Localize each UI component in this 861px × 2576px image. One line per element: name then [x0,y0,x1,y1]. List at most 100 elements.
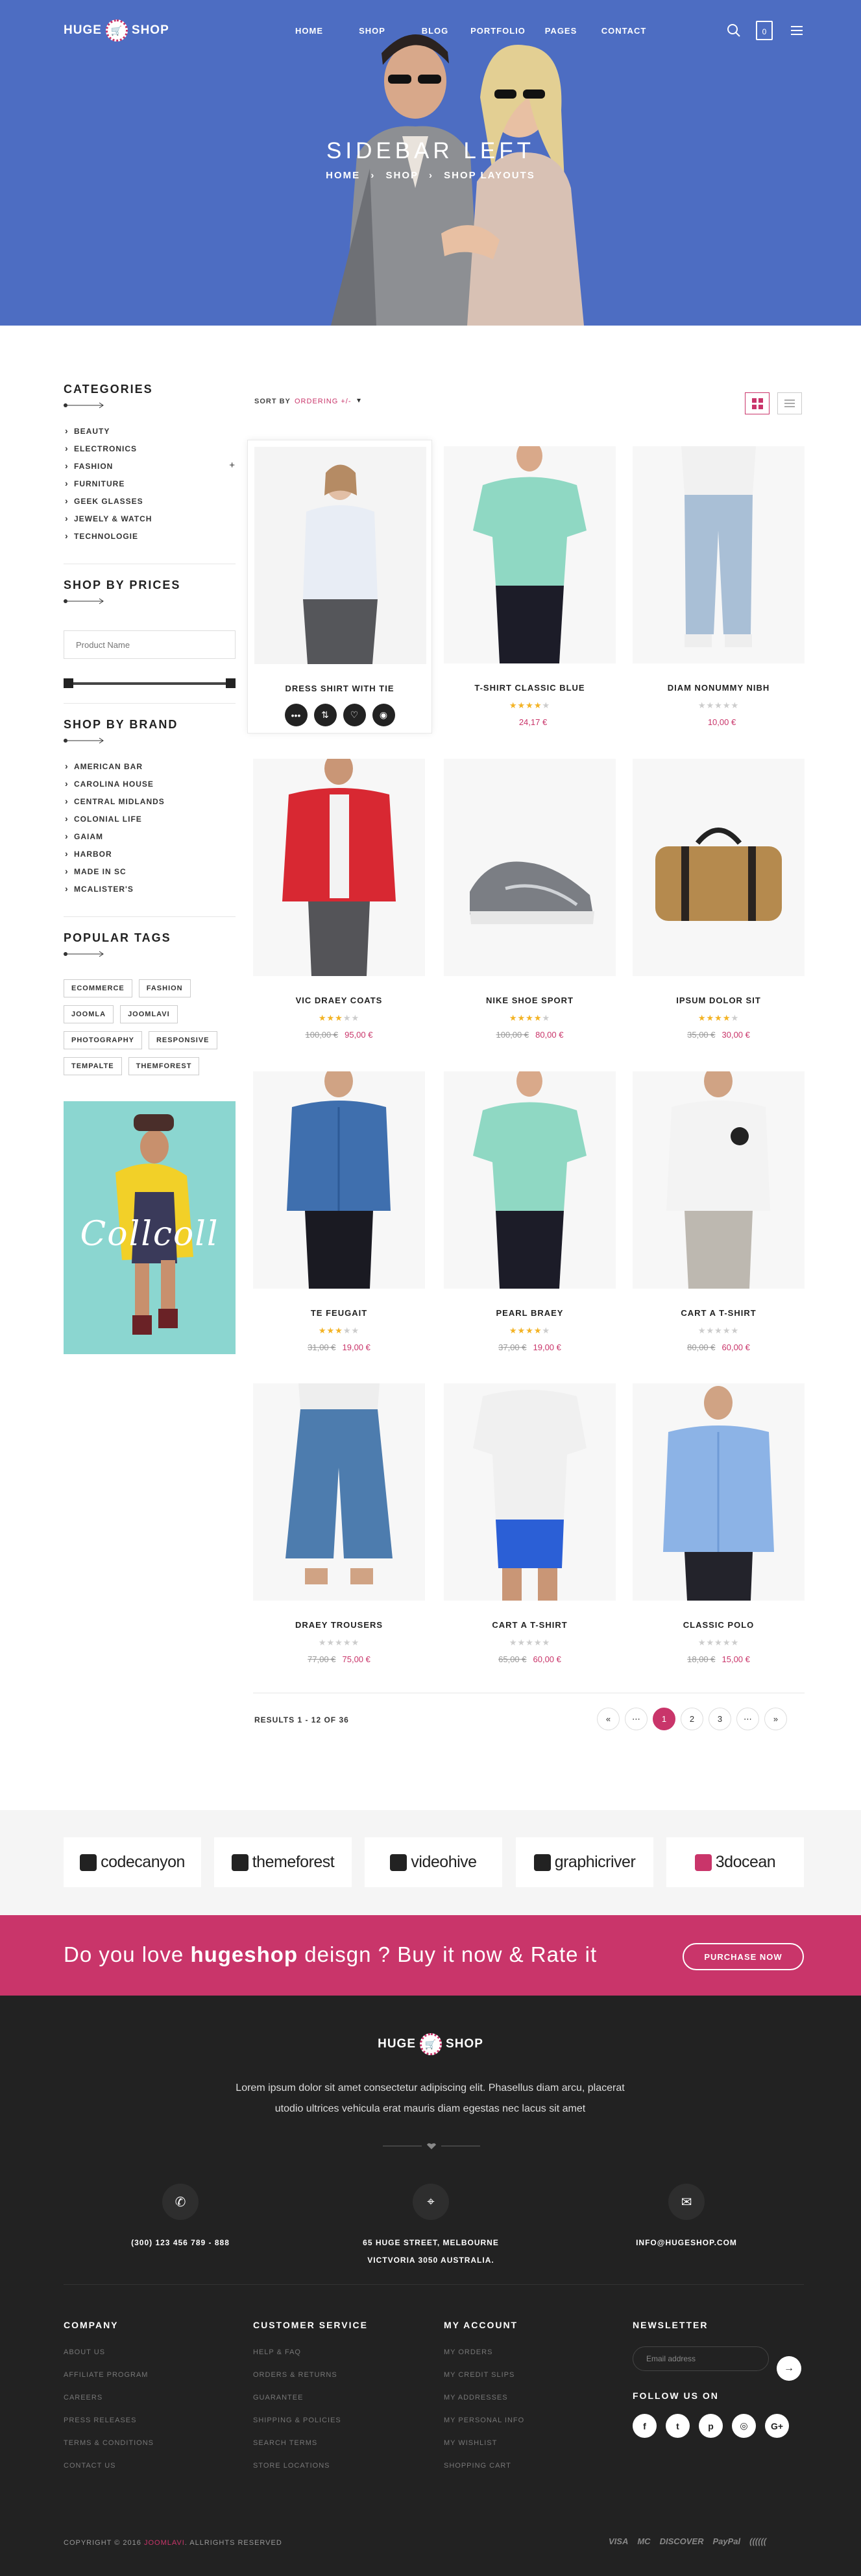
product-image[interactable] [253,1071,425,1289]
copyright-link[interactable]: JOOMLAVI [144,2539,185,2547]
product-card[interactable]: DIAM NONUMMY NIBH ★★★★★ 10,00 € [633,446,805,727]
nav-blog[interactable]: BLOG [404,26,467,36]
category-item[interactable]: GEEK GLASSES [64,495,236,514]
price-range-slider[interactable] [64,678,236,689]
category-item[interactable]: JEWELY & WATCH [64,513,236,532]
product-card[interactable]: DRESS SHIRT WITH TIE ••• ⇅ ♡ ◉ [247,440,432,733]
nav-pages[interactable]: PAGES [529,26,592,36]
more-icon[interactable]: ••• [284,704,308,726]
pinterest-icon[interactable]: p [699,2414,723,2438]
brand-logo-videohive[interactable]: videohive [365,1837,502,1887]
breadcrumb-home[interactable]: HOME [326,170,360,181]
newsletter-submit-arrow-icon[interactable]: → [777,2356,801,2381]
eye-icon[interactable]: ◉ [372,704,395,726]
product-name[interactable]: DRESS SHIRT WITH TIE [254,684,425,693]
product-image[interactable] [444,1383,616,1601]
brand-item[interactable]: GAIAM [64,831,236,850]
tag-item[interactable]: THEMFOREST [128,1057,200,1075]
category-item[interactable]: FURNITURE [64,478,236,497]
tag-item[interactable]: FASHION [138,979,191,997]
product-image[interactable] [633,446,805,663]
product-card[interactable]: CART A T-SHIRT ★★★★★ 65,00 €60,00 € [444,1383,616,1664]
brand-item[interactable]: AMERICAN BAR [64,761,236,780]
slider-max-handle[interactable] [226,678,236,688]
footer-link[interactable]: MY PERSONAL INFO [444,2416,524,2439]
pager-page-3[interactable]: 3 [709,1708,731,1730]
cart-button[interactable]: 0 [756,21,773,40]
footer-link[interactable]: CONTACT US [64,2462,154,2485]
product-image[interactable] [444,1071,616,1289]
instagram-icon[interactable]: ◎ [732,2414,756,2438]
footer-link[interactable]: SHIPPING & POLICIES [253,2416,368,2439]
product-name[interactable]: CART A T-SHIRT [633,1308,805,1318]
list-view-button[interactable] [777,392,802,414]
footer-link[interactable]: PRESS RELEASES [64,2416,154,2439]
product-name-input[interactable] [64,630,236,659]
brand-item[interactable]: COLONIAL LIFE [64,813,236,832]
product-name[interactable]: CLASSIC POLO [633,1620,805,1630]
search-icon[interactable] [727,23,741,38]
footer-link[interactable]: GUARANTEE [253,2394,368,2416]
brand-item[interactable]: MADE IN SC [64,866,236,885]
pager-prev-button[interactable]: ⋯ [625,1708,648,1730]
product-card[interactable]: NIKE SHOE SPORT ★★★★★ 100,00 €80,00 € [444,759,616,1040]
product-name[interactable]: T-SHIRT CLASSIC BLUE [444,683,616,693]
brand-item[interactable]: CENTRAL MIDLANDS [64,796,236,815]
expand-plus-icon[interactable]: + [229,460,236,471]
product-name[interactable]: DRAEY TROUSERS [253,1620,425,1630]
slider-min-handle[interactable] [64,678,73,688]
nav-contact[interactable]: CONTACT [592,26,655,36]
product-image[interactable] [254,447,426,664]
pager-page-1[interactable]: 1 [653,1708,675,1730]
footer-link[interactable]: HELP & FAQ [253,2348,368,2371]
product-image[interactable] [253,1383,425,1601]
pager-next-button[interactable]: ⋯ [736,1708,759,1730]
footer-link[interactable]: AFFILIATE PROGRAM [64,2371,154,2394]
product-image[interactable] [633,759,805,976]
product-card[interactable]: TE FEUGAIT ★★★★★ 31,00 €19,00 € [253,1071,425,1352]
footer-link[interactable]: STORE LOCATIONS [253,2462,368,2485]
grid-view-button[interactable] [745,392,770,414]
brand-logo-themeforest[interactable]: themeforest [214,1837,352,1887]
nav-shop[interactable]: SHOP [341,26,404,36]
breadcrumb-shop[interactable]: SHOP [386,170,418,181]
footer-link[interactable]: MY ORDERS [444,2348,524,2371]
newsletter-email-input[interactable]: Email address [633,2346,769,2371]
product-card[interactable]: DRAEY TROUSERS ★★★★★ 77,00 €75,00 € [253,1383,425,1664]
brand-item[interactable]: HARBOR [64,848,236,867]
purchase-now-button[interactable]: PURCHASE NOW [683,1943,804,1970]
pager-first-button[interactable]: « [597,1708,620,1730]
tag-item[interactable]: JOOMLAVI [120,1005,178,1023]
menu-icon[interactable] [791,26,803,38]
product-image[interactable] [253,759,425,976]
chevron-down-icon[interactable]: ▾ [357,396,361,405]
google-plus-icon[interactable]: G+ [765,2414,789,2438]
footer-link[interactable]: MY WISHLIST [444,2439,524,2462]
footer-link[interactable]: MY ADDRESSES [444,2394,524,2416]
compare-icon[interactable]: ⇅ [313,704,337,726]
pager-last-button[interactable]: » [764,1708,787,1730]
tag-item[interactable]: TEMPALTE [64,1057,122,1075]
footer-link[interactable]: SEARCH TERMS [253,2439,368,2462]
category-item[interactable]: BEAUTY [64,425,236,444]
footer-link[interactable]: ABOUT US [64,2348,154,2371]
product-name[interactable]: DIAM NONUMMY NIBH [633,683,805,693]
footer-link[interactable]: CAREERS [64,2394,154,2416]
category-item[interactable]: FASHION+ [64,460,236,479]
tag-item[interactable]: JOOMLA [64,1005,114,1023]
product-card[interactable]: CART A T-SHIRT ★★★★★ 80,00 €60,00 € [633,1071,805,1352]
pager-page-2[interactable]: 2 [681,1708,703,1730]
footer-link[interactable]: MY CREDIT SLIPS [444,2371,524,2394]
heart-icon[interactable]: ♡ [343,704,366,726]
footer-link[interactable]: TERMS & CONDITIONS [64,2439,154,2462]
footer-link[interactable]: ORDERS & RETURNS [253,2371,368,2394]
product-name[interactable]: PEARL BRAEY [444,1308,616,1318]
product-card[interactable]: PEARL BRAEY ★★★★★ 37,00 €19,00 € [444,1071,616,1352]
footer-link[interactable]: SHOPPING CART [444,2462,524,2485]
tag-item[interactable]: ECOMMERCE [64,979,132,997]
product-name[interactable]: CART A T-SHIRT [444,1620,616,1630]
tag-item[interactable]: PHOTOGRAPHY [64,1031,142,1049]
product-image[interactable] [633,1071,805,1289]
sidebar-promo-banner[interactable]: Collcoll [64,1101,236,1354]
product-name[interactable]: TE FEUGAIT [253,1308,425,1318]
